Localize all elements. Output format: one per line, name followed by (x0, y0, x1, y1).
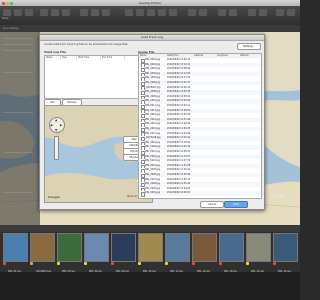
sidebar-row[interactable] (3, 112, 33, 113)
filmstrip-toolbar (0, 225, 300, 232)
sidebar-row[interactable] (3, 44, 33, 45)
track-col-end[interactable]: End Time (101, 56, 125, 60)
sidebar-panel (0, 32, 40, 233)
image-row-name: IMG_0030.jpg (145, 191, 160, 195)
filmstrip-thumbnail[interactable] (138, 233, 163, 262)
toolbar-button-19[interactable] (248, 9, 256, 16)
save-button[interactable]: Save (224, 201, 248, 208)
label-flag-icon (84, 262, 87, 265)
label-flag-icon (165, 262, 168, 265)
label-flag-icon (219, 262, 222, 265)
toolbar-button-3[interactable] (25, 9, 33, 16)
map-label-turkey: Turkey (270, 193, 285, 198)
cancel-button[interactable]: Cancel (200, 201, 224, 208)
toolbar-button-12[interactable] (147, 9, 155, 16)
toolbar-button-18[interactable] (229, 9, 237, 16)
image-row[interactable]: IMG_0030.jpg 2010/09/02 12:08:31 (139, 191, 261, 197)
toolbar-button-21[interactable] (276, 9, 284, 16)
sidebar-row[interactable] (3, 192, 33, 193)
sidebar-row[interactable] (3, 38, 33, 39)
filmstrip-thumbnail[interactable] (3, 233, 28, 262)
pan-down-icon[interactable]: ▼ (55, 128, 57, 132)
label-flag-icon (57, 262, 60, 265)
toolbar-button-17[interactable] (218, 9, 226, 16)
filmstrip-thumbnail[interactable] (246, 233, 271, 262)
filmstrip-thumbnail[interactable] (111, 233, 136, 262)
toolbar-button-20[interactable] (259, 9, 267, 16)
dialog-title: Load Track Log (40, 35, 264, 41)
filmstrip-thumbnail[interactable] (57, 233, 82, 262)
pan-right-icon[interactable]: ▶ (60, 123, 62, 127)
filmstrip-thumbnail[interactable] (30, 233, 55, 262)
bottom-bar (0, 272, 300, 300)
main-toolbar: Show (0, 6, 300, 25)
toolbar-button-11[interactable] (136, 9, 144, 16)
toolbar-button-1[interactable] (3, 9, 11, 16)
toolbar-button-16[interactable] (199, 9, 207, 16)
toolbar-button-14[interactable] (169, 9, 177, 16)
filmstrip-thumbnail[interactable] (84, 233, 109, 262)
filmstrip-thumbnail[interactable] (165, 233, 190, 262)
toolbar-button-22[interactable] (287, 9, 295, 16)
pan-up-icon[interactable]: ▲ (55, 118, 57, 122)
toolbar-button-4[interactable] (40, 9, 48, 16)
filmstrip-thumbnail[interactable] (273, 233, 298, 262)
load-track-log-dialog: Load Track Log Locate data from track lo… (39, 34, 265, 210)
toolbar-button-9[interactable] (102, 9, 110, 16)
track-col-name[interactable]: Name (45, 56, 61, 60)
label-flag-icon (3, 262, 6, 265)
settings-button[interactable]: Settings... (237, 43, 261, 50)
toolbar-button-15[interactable] (188, 9, 196, 16)
track-log-table[interactable]: Name Type Start Time End Time (44, 55, 140, 99)
pan-control[interactable]: ▲ ▼ ◀ ▶ (49, 117, 65, 133)
track-col-start[interactable]: Start Time (77, 56, 101, 60)
label-flag-icon (192, 262, 195, 265)
google-logo: Google (48, 195, 60, 199)
label-flag-icon (30, 262, 33, 265)
filmstrip-thumbnail[interactable] (219, 233, 244, 262)
label-flag-icon (246, 262, 249, 265)
zoom-slider[interactable] (54, 136, 59, 160)
toolbar-button-13[interactable] (158, 9, 166, 16)
path-bar-text: Sync Geotag (3, 26, 19, 30)
image-row-datetime: 2010/09/02 12:08:31 (167, 191, 191, 195)
toolbar-button-5[interactable] (51, 9, 59, 16)
sidebar-row[interactable] (3, 50, 33, 51)
preview-map[interactable]: ▲ ▼ ◀ ▶ Map Satellite Hybrid Physical Go… (44, 105, 153, 203)
track-col-type[interactable]: Type (61, 56, 77, 60)
label-flag-icon (273, 262, 276, 265)
label-flag-icon (111, 262, 114, 265)
dialog-instructions: Locate data from track log files to be e… (44, 43, 129, 46)
toolbar-label-show: Show (2, 17, 9, 20)
window-title: Geotag Photos (139, 1, 161, 5)
image-file-table[interactable]: Name Date/Time Latitude Longitude Altitu… (138, 53, 262, 199)
toolbar-button-10[interactable] (125, 9, 133, 16)
filmstrip-thumbnail[interactable] (192, 233, 217, 262)
toolbar-button-8[interactable] (91, 9, 99, 16)
sidebar-row[interactable] (3, 72, 33, 73)
sidebar-row[interactable] (3, 152, 33, 153)
toolbar-button-6[interactable] (62, 9, 70, 16)
label-flag-icon (138, 262, 141, 265)
track-log-section-label: Track Log File (44, 50, 66, 54)
toolbar-button-7[interactable] (80, 9, 88, 16)
pan-left-icon[interactable]: ◀ (50, 123, 52, 127)
toolbar-button-2[interactable] (14, 9, 22, 16)
